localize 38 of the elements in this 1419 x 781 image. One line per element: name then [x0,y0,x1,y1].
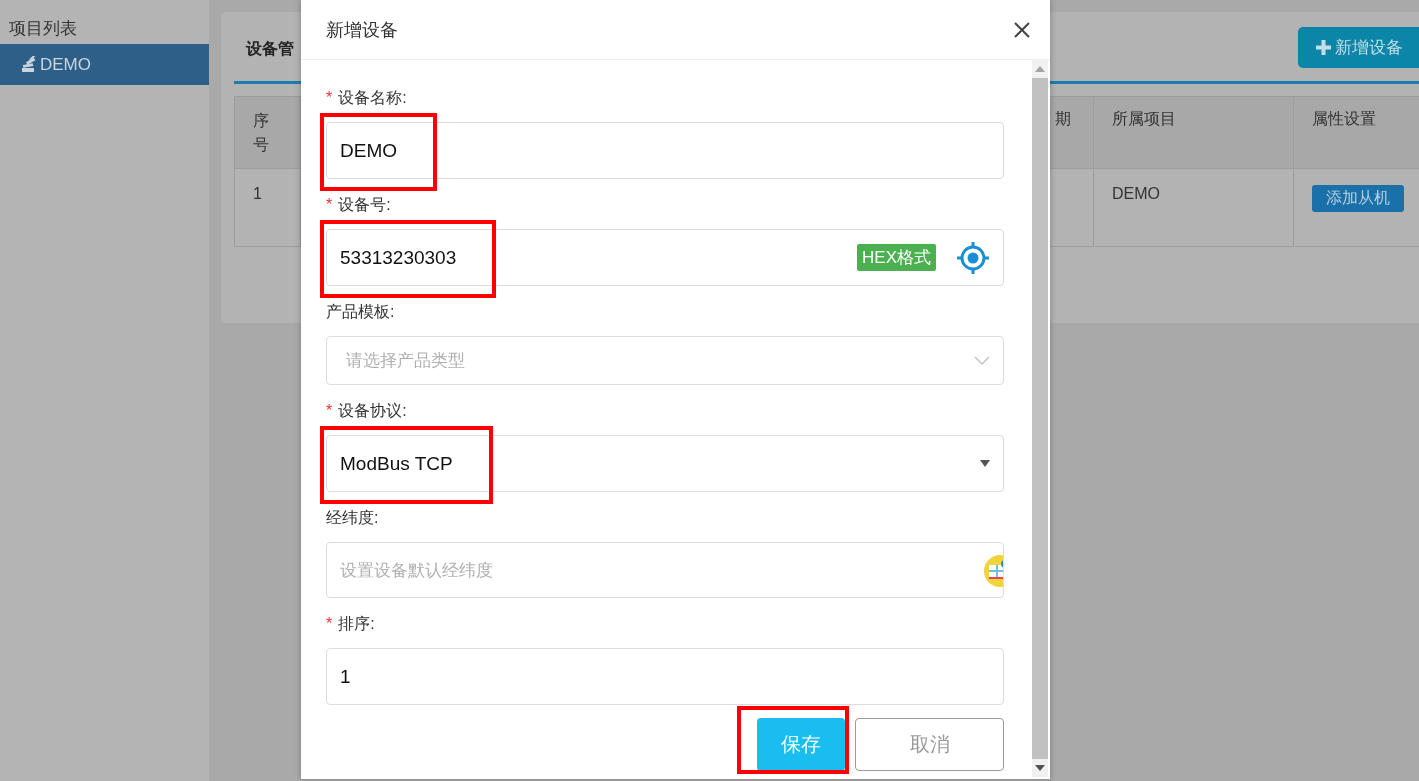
panel-title: 设备管 [244,39,294,59]
dialog-title: 新增设备 [326,18,398,42]
text-field[interactable]: 1 [326,648,1004,705]
required-mark: * [326,89,333,106]
locate-icon[interactable] [956,240,990,275]
save-button[interactable]: 保存 [757,718,845,771]
scrollbar[interactable] [1032,60,1048,777]
plus-icon [1316,40,1331,55]
sidebar-item[interactable]: DEMO [0,44,209,85]
up-arrow-icon [1035,66,1045,72]
required-mark: * [326,402,333,419]
sidebar-title: 项目列表 [8,18,78,40]
location-field[interactable]: 设置设备默认经纬度 [326,542,1004,598]
field-label: 设备协议: [338,402,407,419]
add-device-button[interactable]: 新增设备 [1298,27,1419,68]
cancel-button[interactable]: 取消 [855,718,1004,771]
dropdown-field[interactable]: ModBus TCP [326,435,1004,492]
column-header: 序号 [235,96,301,169]
text-field[interactable]: DEMO [326,122,1004,179]
required-mark: * [326,196,333,213]
field-label: 排序: [338,615,375,632]
device-number-field[interactable]: 53313230303 HEX格式 [326,229,1004,286]
caret-icon [980,460,990,467]
down-arrow-icon [1035,765,1045,771]
format-badge: HEX格式 [857,244,936,271]
required-mark: * [326,615,333,632]
chevron-icon [974,355,990,366]
table-cell: DEMO [1094,169,1294,247]
close-icon[interactable] [1014,21,1030,38]
field-label: 设备号: [338,196,391,213]
field-label: 产品模板: [326,303,395,320]
select-field[interactable]: 请选择产品类型 [326,336,1004,385]
column-header: 所属项目 [1094,96,1294,169]
field-label: 设备名称: [338,89,407,106]
stack-icon [20,56,36,73]
column-header: 属性设置 [1294,96,1419,169]
add-slave-button[interactable]: 添加从机 [1312,185,1404,212]
field-label: 经纬度: [326,509,379,526]
